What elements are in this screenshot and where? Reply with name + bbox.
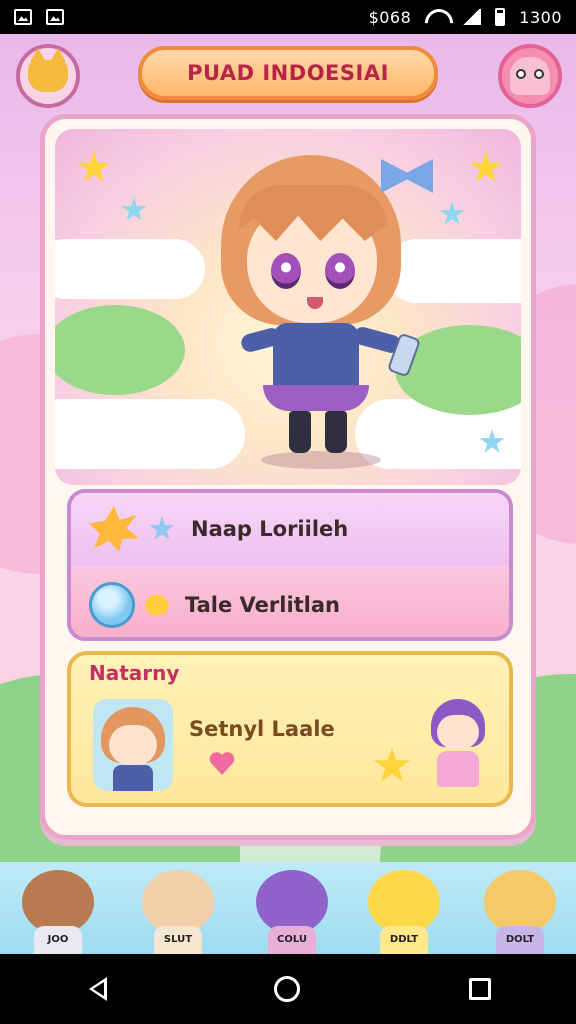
cell-signal-icon bbox=[461, 9, 482, 25]
recent-square-icon[interactable] bbox=[469, 978, 492, 1000]
star-icon bbox=[469, 151, 503, 182]
battery-icon bbox=[495, 8, 506, 26]
purple-girl-character[interactable] bbox=[423, 699, 493, 789]
clock: 1300 bbox=[519, 7, 562, 27]
character-leg bbox=[289, 411, 311, 453]
character-head bbox=[142, 870, 214, 934]
character-head bbox=[256, 870, 328, 934]
character-tag: JOO bbox=[47, 934, 69, 945]
character-head bbox=[368, 870, 440, 934]
action-menu: Naap Loriileh Tale Verlitlan bbox=[67, 489, 513, 641]
green-bush bbox=[55, 305, 185, 395]
bottom-character-blonde-girl[interactable]: DOLT bbox=[478, 864, 562, 954]
status-bar: $068 1300 bbox=[0, 0, 576, 34]
profile-avatar-button[interactable] bbox=[16, 44, 80, 108]
character-leg bbox=[325, 411, 347, 453]
mascot-menu-button[interactable] bbox=[498, 44, 562, 108]
character-tag: COLU bbox=[277, 934, 307, 945]
game-screen: PUAD INDOESIAI Naap Loriileh Tale Verlit… bbox=[0, 34, 576, 954]
main-card: Naap Loriileh Tale Verlitlan Natarny Set… bbox=[40, 114, 536, 840]
friends-panel[interactable]: Natarny Setnyl Laale bbox=[67, 651, 513, 807]
main-character[interactable] bbox=[203, 155, 433, 475]
yellow-bird-icon bbox=[145, 595, 169, 615]
home-circle-icon[interactable] bbox=[273, 976, 300, 1002]
blue-star-icon bbox=[149, 516, 175, 540]
bottom-character-hamster[interactable]: SLUT bbox=[136, 864, 220, 954]
bottom-character-purple-girl[interactable]: COLU bbox=[250, 864, 334, 954]
menu-item-label: Tale Verlitlan bbox=[185, 593, 340, 617]
page-title: PUAD INDOESIAI bbox=[187, 61, 389, 85]
friends-title: Natarny bbox=[89, 661, 180, 685]
back-triangle-icon[interactable] bbox=[85, 977, 107, 1001]
gallery-icon bbox=[46, 9, 64, 25]
star-icon bbox=[373, 747, 411, 782]
character-eye bbox=[271, 253, 301, 289]
friend-name: Setnyl Laale bbox=[189, 717, 335, 741]
menu-item-label: Naap Loriileh bbox=[191, 517, 349, 541]
star-icon bbox=[121, 197, 147, 221]
cloud bbox=[55, 239, 205, 299]
character-scene bbox=[55, 129, 521, 485]
star-icon bbox=[439, 201, 465, 225]
system-nav-bar bbox=[0, 954, 576, 1024]
character-tag: DOLT bbox=[505, 934, 535, 945]
heart-icon[interactable] bbox=[209, 751, 235, 775]
character-tag: DDLT bbox=[389, 934, 419, 945]
title-banner: PUAD INDOESIAI bbox=[138, 46, 438, 100]
menu-item-2[interactable]: Tale Verlitlan bbox=[71, 569, 509, 637]
bubble-creature-icon bbox=[89, 582, 135, 628]
character-shadow bbox=[261, 451, 381, 469]
character-head bbox=[484, 870, 556, 934]
signal-text: $068 bbox=[368, 7, 412, 27]
pink-ghost-icon bbox=[510, 57, 550, 95]
bottom-character-yellow-chick[interactable]: DDLT bbox=[362, 864, 446, 954]
character-eye bbox=[325, 253, 355, 289]
bottom-character-bear[interactable]: JOO bbox=[16, 864, 100, 954]
friend-avatar[interactable] bbox=[93, 699, 173, 791]
character-skirt bbox=[263, 385, 369, 411]
sun-creature-icon bbox=[89, 506, 139, 552]
character-head bbox=[22, 870, 94, 934]
menu-item-1[interactable]: Naap Loriileh bbox=[71, 493, 509, 565]
image-icon bbox=[14, 9, 32, 25]
wifi-icon bbox=[425, 9, 447, 25]
character-tag: SLUT bbox=[163, 934, 193, 945]
hair-bow-icon bbox=[381, 159, 433, 193]
star-icon bbox=[77, 151, 111, 182]
fox-avatar-icon bbox=[28, 48, 68, 92]
